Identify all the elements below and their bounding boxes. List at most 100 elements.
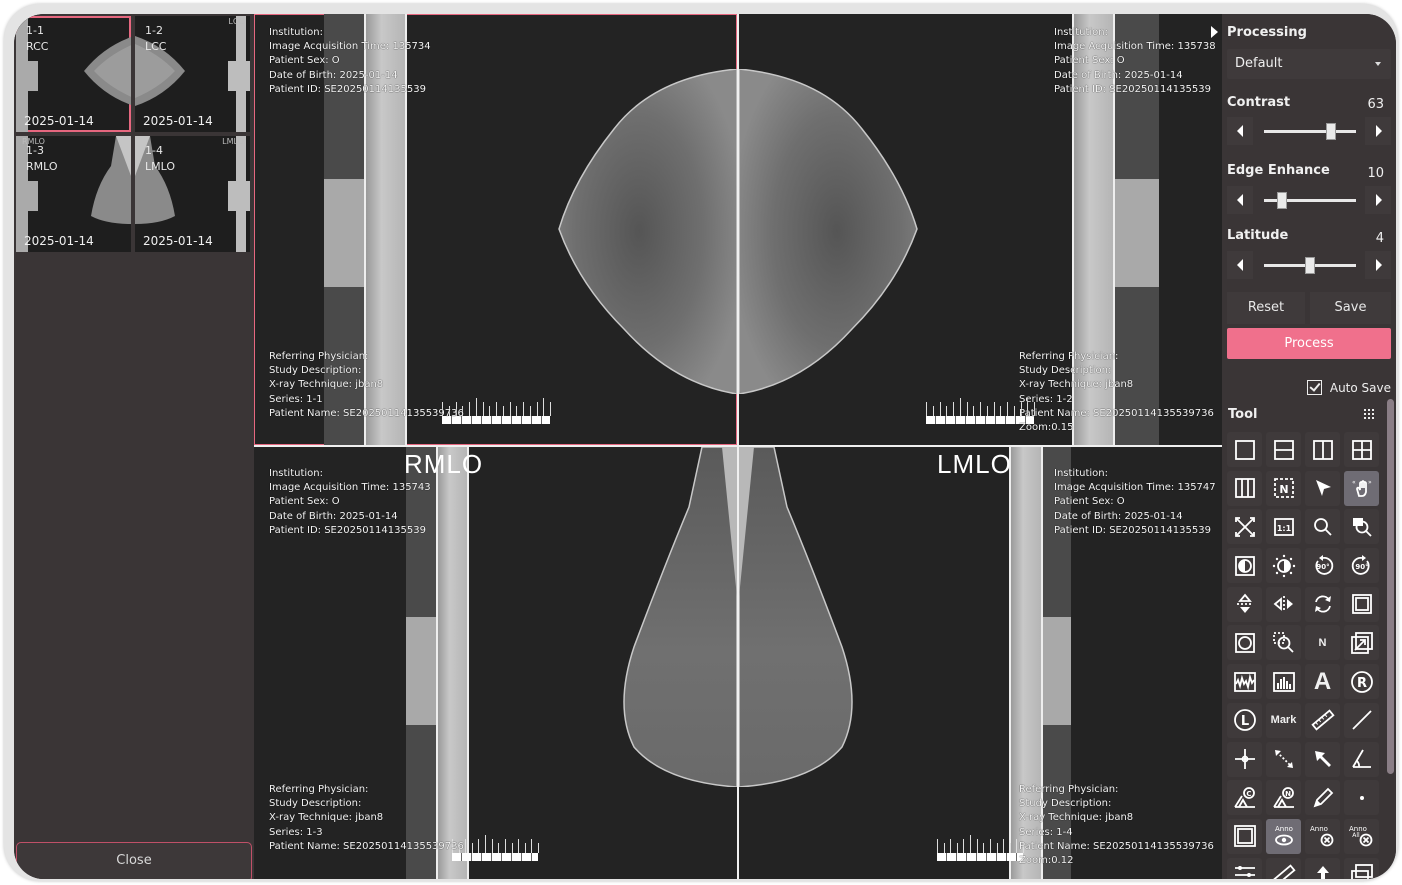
tool-anno-show-button[interactable]: Anno [1266,818,1301,854]
tool-reset-rotate-button[interactable] [1305,586,1340,622]
tool-select-pointer-button[interactable] [1305,470,1340,506]
grid-menu-icon[interactable] [1362,407,1376,421]
tool-expand-button[interactable] [1344,625,1379,661]
tool-line-button[interactable] [1344,702,1379,738]
close-button[interactable]: Close [16,842,252,879]
save-button[interactable]: Save [1310,292,1391,324]
tool-title: Tool [1228,407,1258,422]
ruler-tick [475,398,477,416]
anno-delete-all-icon: AnnoAll [1349,825,1372,847]
tool-scrollbar[interactable] [1387,399,1394,774]
tool-right-marker-button[interactable]: R [1344,664,1379,700]
tool-flip-horizontal-button[interactable] [1266,586,1301,622]
thumbnail-1[interactable]: 1-1 RCC 2025-01-14 [16,16,131,132]
tool-ellipse-roi-button[interactable] [1227,625,1262,661]
tool-arrow-annotation-button[interactable] [1305,741,1340,777]
tool-anno-delete-all-button[interactable]: Anno All [1344,818,1379,854]
tool-fit-screen-button[interactable] [1227,509,1262,545]
viewport-lmlo[interactable]: LMLO Institution: Image Acquisition Time… [739,447,1222,879]
overlay-line: Image Acquisition Time: 135738 [1054,41,1216,53]
ruler-tick [504,839,506,853]
ruler-tick [502,406,504,416]
tool-settings-sliders-button[interactable] [1227,857,1262,879]
tool-n-marker-button[interactable]: N [1305,625,1340,661]
tool-rotate-cw-90-button[interactable]: 90° [1344,548,1379,584]
tool-brightness-button[interactable] [1266,548,1301,584]
tool-pan-hand-button[interactable]: «» [1344,470,1379,506]
layout-2-cols-icon [1312,439,1333,460]
tool-n-angle-button[interactable]: N [1266,780,1301,816]
tool-rectangle-roi-button[interactable] [1344,586,1379,622]
ruler-base [452,853,538,861]
tool-invert-button[interactable] [1227,548,1262,584]
edge-enhance-track[interactable] [1264,192,1356,209]
ruler-tick [496,402,497,416]
tool-calibration-ruler-button[interactable] [1266,857,1301,879]
tool-anno-delete-button[interactable]: Anno [1305,818,1340,854]
latitude-value: 4 [1375,231,1384,246]
thumbnail-view: LMLO [145,160,176,173]
latitude-increase-button[interactable] [1365,251,1391,279]
thumbnail-view: RCC [26,40,49,53]
viewport-rmlo[interactable]: RMLO Institution: Image Acquisition Time… [254,447,737,879]
contrast-track[interactable] [1264,123,1356,140]
auto-save-checkbox[interactable]: Auto Save [1306,380,1391,395]
contrast-thumb[interactable] [1326,123,1337,140]
viewport-rcc[interactable]: Institution: Image Acquisition Time: 135… [254,14,737,445]
thumbnail-2[interactable]: LCC 1-2 LCC 2025-01-14 [135,16,250,132]
tool-ruler-button[interactable] [1305,702,1340,738]
pencil-icon [1313,787,1333,808]
tool-layout-1x1-button[interactable] [1227,432,1262,467]
thumbnail-panel: 1-1 RCC 2025-01-14 LCC 1-2 LCC 2025-01-1… [14,14,254,879]
next-image-arrow-icon[interactable] [1211,26,1218,38]
ruler-tick [516,406,518,416]
contrast-decrease-button[interactable] [1227,117,1253,145]
latitude-decrease-button[interactable] [1227,251,1253,279]
thumbnail-4[interactable]: LMLO 1-4 LMLO 2025-01-14 [135,136,250,252]
tool-rotate-ccw-90-button[interactable]: 90° [1305,548,1340,584]
tool-layout-3-cols-button[interactable] [1227,470,1262,506]
edge-enhance-increase-button[interactable] [1365,186,1391,214]
tool-layout-n-button[interactable]: N [1266,470,1301,506]
tool-text-annotation-button[interactable]: A [1305,664,1340,700]
edge-enhance-thumb[interactable] [1277,192,1288,209]
latitude-thumb[interactable] [1305,257,1315,274]
tool-left-marker-button[interactable]: L [1227,702,1262,738]
tool-layout-2-rows-button[interactable] [1266,432,1301,467]
reset-rotate-icon [1314,595,1331,613]
edge-enhance-decrease-button[interactable] [1227,186,1253,214]
tool-zoom-button[interactable] [1305,509,1340,545]
tool-pencil-button[interactable] [1305,780,1340,816]
tool-zoom-region-button[interactable] [1266,625,1301,661]
tool-histogram-wave-button[interactable] [1227,664,1262,700]
process-button[interactable]: Process [1227,328,1391,359]
viewport-lcc[interactable]: Institution: Image Acquisition Time: 135… [739,14,1222,445]
latitude-track[interactable] [1264,257,1356,274]
contrast-increase-button[interactable] [1365,117,1391,145]
overlay-line: Patient Sex: O [1054,496,1125,508]
tool-magnifier-button[interactable] [1344,509,1379,545]
tool-export-button[interactable] [1305,857,1340,879]
tool-angle-button[interactable] [1344,741,1379,777]
tool-bidirectional-arrow-button[interactable] [1266,741,1301,777]
ruler-tick [980,402,981,416]
tool-flip-vertical-button[interactable] [1227,586,1262,622]
tool-cobb-angle-button[interactable]: C [1227,780,1262,816]
tool-crosshair-button[interactable] [1227,741,1262,777]
processing-preset-dropdown[interactable]: Default [1227,49,1391,79]
tool-grid: N «» 1:1 90° 90° N A R L Mark C N Anno Anno Anno All [1227,432,1387,879]
tool-actual-size-button[interactable]: 1:1 [1266,509,1301,545]
export-icon [1316,866,1329,879]
tool-point-button[interactable] [1344,780,1379,816]
reset-button[interactable]: Reset [1227,292,1305,324]
overlay-line: Series: 1-2 [1019,393,1073,405]
paddle-extension [324,179,369,287]
tool-layout-2x2-button[interactable] [1344,432,1379,467]
tool-mark-button[interactable]: Mark [1266,702,1301,738]
tool-layout-2-cols-button[interactable] [1305,432,1340,467]
overlay-line: Patient ID: SE20250114135539 [1054,83,1211,95]
tool-histogram-bars-button[interactable] [1266,664,1301,700]
thumbnail-3[interactable]: RMLO 1-3 RMLO 2025-01-14 [16,136,131,252]
tool-frame-button[interactable] [1227,818,1262,854]
tool-window-button[interactable] [1344,857,1379,879]
